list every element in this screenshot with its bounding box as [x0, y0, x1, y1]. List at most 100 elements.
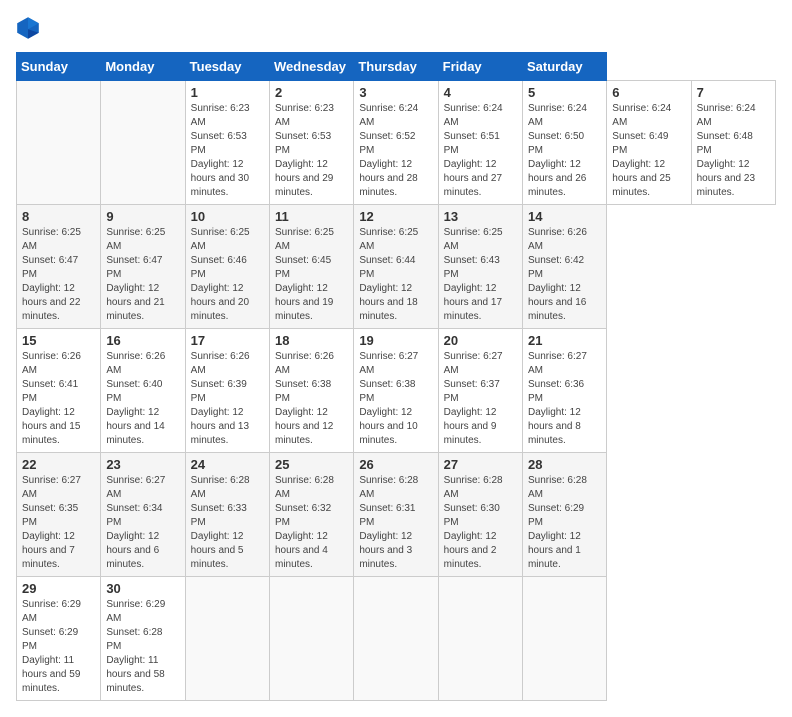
calendar-cell [17, 81, 101, 205]
calendar-cell: 22 Sunrise: 6:27 AMSunset: 6:35 PMDayligh… [17, 453, 101, 577]
calendar-cell: 1 Sunrise: 6:23 AMSunset: 6:53 PMDaylight… [185, 81, 269, 205]
day-detail: Sunrise: 6:27 AMSunset: 6:35 PMDaylight:… [22, 474, 95, 572]
day-number: 3 [359, 85, 432, 100]
calendar-cell: 8 Sunrise: 6:25 AMSunset: 6:47 PMDaylight… [17, 205, 101, 329]
calendar-cell: 29 Sunrise: 6:29 AMSunset: 6:29 PMDayligh… [17, 577, 101, 701]
calendar-cell: 15 Sunrise: 6:26 AMSunset: 6:41 PMDayligh… [17, 329, 101, 453]
day-detail: Sunrise: 6:25 AMSunset: 6:47 PMDaylight:… [106, 226, 179, 324]
week-row: 22 Sunrise: 6:27 AMSunset: 6:35 PMDayligh… [17, 453, 776, 577]
day-number: 29 [22, 581, 95, 596]
day-number: 18 [275, 333, 348, 348]
day-number: 22 [22, 457, 95, 472]
weekday-header-sunday: Sunday [17, 53, 101, 81]
day-detail: Sunrise: 6:24 AMSunset: 6:48 PMDaylight:… [697, 102, 770, 200]
weekday-header-monday: Monday [101, 53, 185, 81]
calendar-cell: 16 Sunrise: 6:26 AMSunset: 6:40 PMDayligh… [101, 329, 185, 453]
day-number: 27 [444, 457, 517, 472]
day-detail: Sunrise: 6:26 AMSunset: 6:41 PMDaylight:… [22, 350, 95, 448]
calendar-cell: 25Sunrise: 6:28 AMSunset: 6:32 PMDayligh… [269, 453, 353, 577]
day-detail: Sunrise: 6:26 AMSunset: 6:42 PMDaylight:… [528, 226, 601, 324]
day-detail: Sunrise: 6:27 AMSunset: 6:38 PMDaylight:… [359, 350, 432, 448]
day-number: 9 [106, 209, 179, 224]
calendar-cell: 17 Sunrise: 6:26 AMSunset: 6:39 PMDayligh… [185, 329, 269, 453]
calendar-cell: 3 Sunrise: 6:24 AMSunset: 6:52 PMDaylight… [354, 81, 438, 205]
day-detail: Sunrise: 6:27 AMSunset: 6:36 PMDaylight:… [528, 350, 601, 448]
day-detail: Sunrise: 6:29 AMSunset: 6:29 PMDaylight:… [22, 598, 95, 696]
day-detail: Sunrise: 6:27 AMSunset: 6:34 PMDaylight:… [106, 474, 179, 572]
day-number: 15 [22, 333, 95, 348]
week-row: 8 Sunrise: 6:25 AMSunset: 6:47 PMDaylight… [17, 205, 776, 329]
day-detail: Sunrise: 6:29 AMSunset: 6:28 PMDaylight:… [106, 598, 179, 696]
calendar-cell: 6Sunrise: 6:24 AMSunset: 6:49 PMDaylight… [607, 81, 691, 205]
day-number: 30 [106, 581, 179, 596]
weekday-header-saturday: Saturday [522, 53, 606, 81]
day-detail: Sunrise: 6:25 AMSunset: 6:43 PMDaylight:… [444, 226, 517, 324]
day-detail: Sunrise: 6:23 AMSunset: 6:53 PMDaylight:… [275, 102, 348, 200]
calendar-header: SundayMondayTuesdayWednesdayThursdayFrid… [17, 53, 776, 81]
weekday-header-thursday: Thursday [354, 53, 438, 81]
day-number: 25 [275, 457, 348, 472]
day-detail: Sunrise: 6:24 AMSunset: 6:51 PMDaylight:… [444, 102, 517, 200]
day-number: 14 [528, 209, 601, 224]
day-number: 8 [22, 209, 95, 224]
day-detail: Sunrise: 6:24 AMSunset: 6:52 PMDaylight:… [359, 102, 432, 200]
calendar-cell: 14 Sunrise: 6:26 AMSunset: 6:42 PMDayligh… [522, 205, 606, 329]
calendar-cell: 9 Sunrise: 6:25 AMSunset: 6:47 PMDaylight… [101, 205, 185, 329]
day-detail: Sunrise: 6:28 AMSunset: 6:29 PMDaylight:… [528, 474, 601, 572]
weekday-header-tuesday: Tuesday [185, 53, 269, 81]
day-number: 10 [191, 209, 264, 224]
calendar-cell [354, 577, 438, 701]
day-number: 2 [275, 85, 348, 100]
calendar-cell: 26Sunrise: 6:28 AMSunset: 6:31 PMDayligh… [354, 453, 438, 577]
day-number: 1 [191, 85, 264, 100]
day-detail: Sunrise: 6:25 AMSunset: 6:46 PMDaylight:… [191, 226, 264, 324]
day-detail: Sunrise: 6:28 AMSunset: 6:31 PMDaylight:… [359, 474, 432, 572]
week-row: 15 Sunrise: 6:26 AMSunset: 6:41 PMDayligh… [17, 329, 776, 453]
logo [16, 16, 44, 40]
day-number: 16 [106, 333, 179, 348]
day-number: 17 [191, 333, 264, 348]
logo-icon [16, 16, 40, 40]
weekday-row: SundayMondayTuesdayWednesdayThursdayFrid… [17, 53, 776, 81]
day-detail: Sunrise: 6:27 AMSunset: 6:37 PMDaylight:… [444, 350, 517, 448]
calendar-cell: 21 Sunrise: 6:27 AMSunset: 6:36 PMDayligh… [522, 329, 606, 453]
week-row: 1 Sunrise: 6:23 AMSunset: 6:53 PMDaylight… [17, 81, 776, 205]
calendar-cell: 5Sunrise: 6:24 AMSunset: 6:50 PMDaylight… [522, 81, 606, 205]
day-number: 7 [697, 85, 770, 100]
day-detail: Sunrise: 6:28 AMSunset: 6:33 PMDaylight:… [191, 474, 264, 572]
calendar-cell: 12Sunrise: 6:25 AMSunset: 6:44 PMDayligh… [354, 205, 438, 329]
calendar-cell [522, 577, 606, 701]
day-number: 28 [528, 457, 601, 472]
day-detail: Sunrise: 6:25 AMSunset: 6:45 PMDaylight:… [275, 226, 348, 324]
day-number: 23 [106, 457, 179, 472]
calendar-cell: 27 Sunrise: 6:28 AMSunset: 6:30 PMDayligh… [438, 453, 522, 577]
calendar-cell: 30 Sunrise: 6:29 AMSunset: 6:28 PMDayligh… [101, 577, 185, 701]
day-detail: Sunrise: 6:26 AMSunset: 6:38 PMDaylight:… [275, 350, 348, 448]
calendar-cell [101, 81, 185, 205]
calendar-cell: 23 Sunrise: 6:27 AMSunset: 6:34 PMDayligh… [101, 453, 185, 577]
calendar-cell: 4 Sunrise: 6:24 AMSunset: 6:51 PMDaylight… [438, 81, 522, 205]
day-number: 4 [444, 85, 517, 100]
day-detail: Sunrise: 6:26 AMSunset: 6:39 PMDaylight:… [191, 350, 264, 448]
day-number: 24 [191, 457, 264, 472]
calendar-cell: 13 Sunrise: 6:25 AMSunset: 6:43 PMDayligh… [438, 205, 522, 329]
day-number: 13 [444, 209, 517, 224]
calendar-cell: 18 Sunrise: 6:26 AMSunset: 6:38 PMDayligh… [269, 329, 353, 453]
calendar-cell: 28 Sunrise: 6:28 AMSunset: 6:29 PMDayligh… [522, 453, 606, 577]
calendar-cell: 10 Sunrise: 6:25 AMSunset: 6:46 PMDayligh… [185, 205, 269, 329]
day-detail: Sunrise: 6:28 AMSunset: 6:30 PMDaylight:… [444, 474, 517, 572]
calendar-cell: 7 Sunrise: 6:24 AMSunset: 6:48 PMDaylight… [691, 81, 775, 205]
calendar-cell [185, 577, 269, 701]
header [16, 16, 776, 40]
calendar-cell [269, 577, 353, 701]
calendar-body: 1 Sunrise: 6:23 AMSunset: 6:53 PMDaylight… [17, 81, 776, 701]
day-detail: Sunrise: 6:25 AMSunset: 6:44 PMDaylight:… [359, 226, 432, 324]
calendar-cell: 2 Sunrise: 6:23 AMSunset: 6:53 PMDaylight… [269, 81, 353, 205]
day-detail: Sunrise: 6:25 AMSunset: 6:47 PMDaylight:… [22, 226, 95, 324]
day-detail: Sunrise: 6:24 AMSunset: 6:49 PMDaylight:… [612, 102, 685, 200]
week-row: 29 Sunrise: 6:29 AMSunset: 6:29 PMDayligh… [17, 577, 776, 701]
day-detail: Sunrise: 6:26 AMSunset: 6:40 PMDaylight:… [106, 350, 179, 448]
day-detail: Sunrise: 6:23 AMSunset: 6:53 PMDaylight:… [191, 102, 264, 200]
calendar-cell: 19Sunrise: 6:27 AMSunset: 6:38 PMDayligh… [354, 329, 438, 453]
day-number: 21 [528, 333, 601, 348]
